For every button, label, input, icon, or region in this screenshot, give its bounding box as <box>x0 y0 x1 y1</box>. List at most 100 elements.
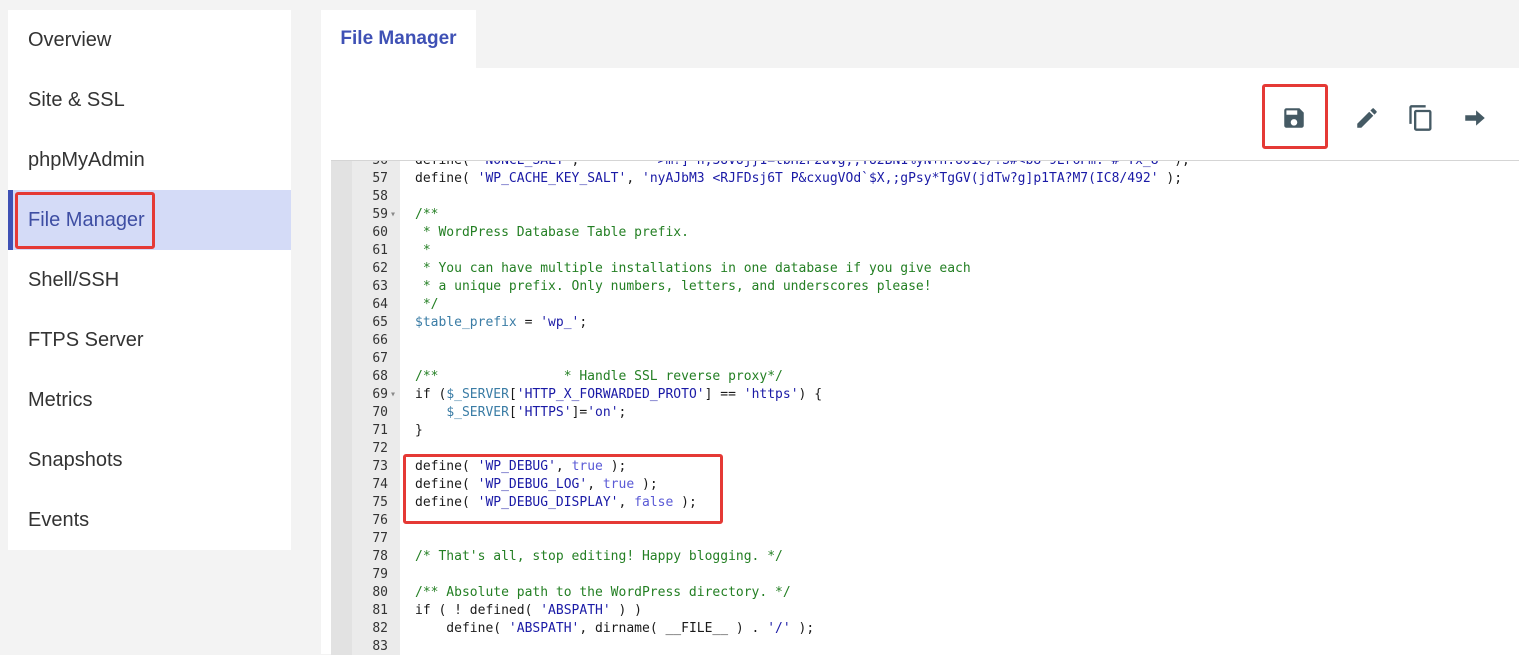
code-text: * a unique prefix. Only numbers, letters… <box>415 279 932 294</box>
move-button[interactable] <box>1455 98 1495 138</box>
line-number: 79 <box>372 567 388 582</box>
sidebar-item-label: Snapshots <box>28 449 123 471</box>
code-line: 63 * a unique prefix. Only numbers, lett… <box>331 278 1519 296</box>
line-number: 80 <box>372 585 388 600</box>
line-number: 61 <box>372 243 388 258</box>
line-number: 74 <box>372 477 388 492</box>
code-text: * WordPress Database Table prefix. <box>415 225 689 240</box>
line-number: 73 <box>372 459 388 474</box>
line-number: 63 <box>372 279 388 294</box>
code-line: 78 /* That's all, stop editing! Happy blo… <box>331 548 1519 566</box>
code-editor[interactable]: 56 define( 'NONCE_SALT', '>m?]^h,3UVUj}1=… <box>331 160 1519 655</box>
code-line: 73 define( 'WP_DEBUG', true ); <box>331 458 1519 476</box>
line-number: 77 <box>372 531 388 546</box>
code-line: 65 $table_prefix = 'wp_'; <box>331 314 1519 332</box>
code-text: define( 'WP_DEBUG_LOG', true ); <box>415 477 658 492</box>
line-number: 82 <box>372 621 388 636</box>
code-line: 82 define( 'ABSPATH', dirname( __FILE__ … <box>331 620 1519 638</box>
sidebar-item-label: Metrics <box>28 389 93 411</box>
code-text: /* That's all, stop editing! Happy blogg… <box>415 549 783 564</box>
move-icon <box>1465 110 1485 126</box>
code-line: 75 define( 'WP_DEBUG_DISPLAY', false ); <box>331 494 1519 512</box>
code-text: /** * Handle SSL reverse proxy*/ <box>415 369 783 384</box>
sidebar-item-label: File Manager <box>28 209 145 231</box>
code-line: 71} <box>331 422 1519 440</box>
line-number: 78 <box>372 549 388 564</box>
code-line: 69 ▾ if ($_SERVER['HTTP_X_FORWARDED_PROTO'… <box>331 386 1519 404</box>
code-line: 59 ▾ /** <box>331 206 1519 224</box>
code-lines: 56 define( 'NONCE_SALT', '>m?]^h,3UVUj}1=… <box>331 160 1519 655</box>
sidebar-item-label: phpMyAdmin <box>28 149 145 171</box>
code-line: 70 $_SERVER['HTTPS']='on'; <box>331 404 1519 422</box>
code-text: if ( ! defined( 'ABSPATH' ) ) <box>415 603 642 618</box>
code-text: define( 'ABSPATH', dirname( __FILE__ ) .… <box>415 621 815 636</box>
sidebar-item-overview[interactable]: Overview <box>8 10 291 70</box>
sidebar: Overview Site & SSL phpMyAdmin File Mana… <box>8 10 291 550</box>
sidebar-item-label: Site & SSL <box>28 89 125 111</box>
line-number: 67 <box>372 351 388 366</box>
fold-toggle-icon[interactable]: ▾ <box>390 206 396 224</box>
line-number: 64 <box>372 297 388 312</box>
line-number: 66 <box>372 333 388 348</box>
code-text: * You can have multiple installations in… <box>415 261 971 276</box>
sidebar-item-shell-ssh[interactable]: Shell/SSH <box>8 250 291 310</box>
line-number: 71 <box>372 423 388 438</box>
sidebar-item-metrics[interactable]: Metrics <box>8 370 291 430</box>
line-number: 76 <box>372 513 388 528</box>
tab-bar: File Manager <box>321 10 1519 68</box>
code-line: 74 define( 'WP_DEBUG_LOG', true ); <box>331 476 1519 494</box>
sidebar-item-site-ssl[interactable]: Site & SSL <box>8 70 291 130</box>
line-number: 68 <box>372 369 388 384</box>
line-number: 81 <box>372 603 388 618</box>
code-line: 58 <box>331 188 1519 206</box>
tab-label: File Manager <box>340 28 457 49</box>
code-line: 79 <box>331 566 1519 584</box>
sidebar-item-file-manager[interactable]: File Manager <box>8 190 291 250</box>
copy-icon <box>1409 105 1432 131</box>
line-number: 62 <box>372 261 388 276</box>
tab-file-manager[interactable]: File Manager <box>321 10 476 68</box>
code-text: } <box>415 423 423 438</box>
code-line: 77 <box>331 530 1519 548</box>
code-line: 60 * WordPress Database Table prefix. <box>331 224 1519 242</box>
sidebar-item-ftps-server[interactable]: FTPS Server <box>8 310 291 370</box>
code-text: $_SERVER['HTTPS']='on'; <box>446 405 627 420</box>
save-icon <box>1284 108 1304 128</box>
sidebar-item-label: Overview <box>28 29 112 51</box>
line-number: 72 <box>372 441 388 456</box>
code-text: if ($_SERVER['HTTP_X_FORWARDED_PROTO'] =… <box>415 387 823 402</box>
code-line: 72 <box>331 440 1519 458</box>
line-number: 56 <box>372 160 388 168</box>
line-number: 75 <box>372 495 388 510</box>
fold-toggle-icon[interactable]: ▾ <box>390 386 396 404</box>
code-text: $table_prefix = 'wp_'; <box>415 315 588 330</box>
code-line: 76 <box>331 512 1519 530</box>
code-line: 62 * You can have multiple installations… <box>331 260 1519 278</box>
main-panel: File Manager 56 define( 'NONCE_SALT', '>m… <box>321 10 1519 655</box>
edit-button[interactable] <box>1347 98 1387 138</box>
sidebar-item-events[interactable]: Events <box>8 490 291 550</box>
sidebar-item-label: Shell/SSH <box>28 269 120 291</box>
sidebar-item-phpmyadmin[interactable]: phpMyAdmin <box>8 130 291 190</box>
code-text: define( 'NONCE_SALT', '>m?]^h,3UVUj}1=tb… <box>415 160 1190 168</box>
line-number: 60 <box>372 225 388 240</box>
line-number: 70 <box>372 405 388 420</box>
code-line: 83 <box>331 638 1519 655</box>
line-number: 57 <box>372 171 388 186</box>
line-number: 69 <box>372 387 388 402</box>
code-text: define( 'WP_CACHE_KEY_SALT', 'nyAJbM3 <R… <box>415 171 1183 186</box>
sidebar-item-label: Events <box>28 509 90 531</box>
copy-button[interactable] <box>1401 98 1441 138</box>
save-button[interactable] <box>1274 98 1314 138</box>
line-number: 59 <box>372 207 388 222</box>
code-line: 57 define( 'WP_CACHE_KEY_SALT', 'nyAJbM3 … <box>331 170 1519 188</box>
code-line: 80 /** Absolute path to the WordPress dir… <box>331 584 1519 602</box>
sidebar-item-snapshots[interactable]: Snapshots <box>8 430 291 490</box>
code-text: * <box>415 243 431 258</box>
code-text: /** Absolute path to the WordPress direc… <box>415 585 791 600</box>
edit-icon <box>1357 108 1377 128</box>
code-line: 81 if ( ! defined( 'ABSPATH' ) ) <box>331 602 1519 620</box>
code-line: 66 <box>331 332 1519 350</box>
line-number: 65 <box>372 315 388 330</box>
code-text: */ <box>415 297 439 312</box>
